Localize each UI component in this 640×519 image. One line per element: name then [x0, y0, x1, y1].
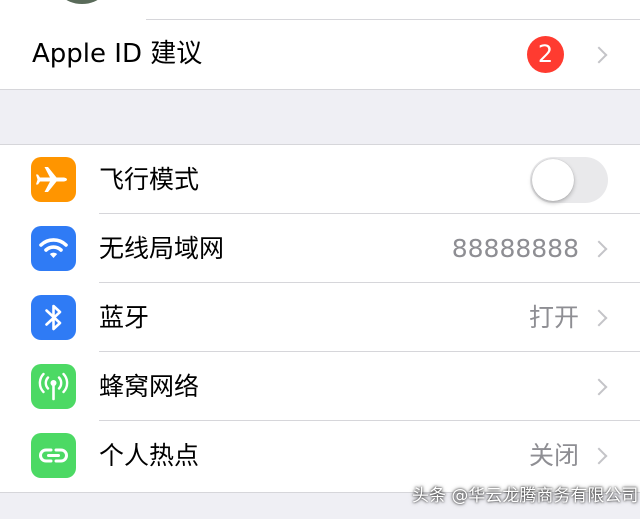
- chevron-right-icon: [590, 46, 608, 64]
- settings-row-label: 无线局域网: [99, 234, 225, 263]
- chevron-right-icon: [590, 378, 608, 396]
- airplane-icon: [31, 157, 76, 202]
- notification-badge: 2: [527, 36, 564, 73]
- bluetooth-icon: [31, 295, 76, 340]
- settings-row-label: 个人热点: [99, 441, 200, 470]
- settings-row-personal-hotspot[interactable]: 个人热点 关闭: [0, 421, 640, 490]
- apple-id-suggestions-label: Apple ID 建议: [32, 39, 203, 69]
- hotspot-link-icon: [31, 433, 76, 478]
- watermark: 头条 @华云龙腾商务有限公司: [412, 486, 639, 506]
- bluetooth-status: 打开: [528, 303, 579, 332]
- settings-row-airplane-mode[interactable]: 飞行模式: [0, 145, 640, 214]
- settings-row-wifi[interactable]: 无线局域网 88888888: [0, 214, 640, 283]
- avatar[interactable]: [50, 0, 114, 4]
- apple-id-group: Apple ID 建议 2: [0, 0, 640, 90]
- chevron-right-icon: [590, 240, 608, 258]
- hotspot-status: 关闭: [528, 441, 579, 470]
- settings-row-label: 蜂窝网络: [99, 372, 200, 401]
- apple-id-suggestions-row[interactable]: Apple ID 建议 2: [0, 20, 640, 89]
- settings-row-label: 飞行模式: [99, 165, 200, 194]
- chevron-right-icon: [590, 447, 608, 465]
- connectivity-settings-group: 飞行模式 无线局域网 88888888 蓝牙 打开 蜂窝网络 个人热点 关闭: [0, 144, 640, 493]
- chevron-right-icon: [590, 309, 608, 327]
- settings-row-cellular[interactable]: 蜂窝网络: [0, 352, 640, 421]
- airplane-mode-toggle[interactable]: [530, 157, 608, 203]
- wifi-network-name: 88888888: [451, 234, 579, 263]
- settings-row-bluetooth[interactable]: 蓝牙 打开: [0, 283, 640, 352]
- wifi-icon: [31, 226, 76, 271]
- toggle-knob: [532, 159, 574, 201]
- cellular-antenna-icon: [31, 364, 76, 409]
- settings-row-label: 蓝牙: [99, 303, 150, 332]
